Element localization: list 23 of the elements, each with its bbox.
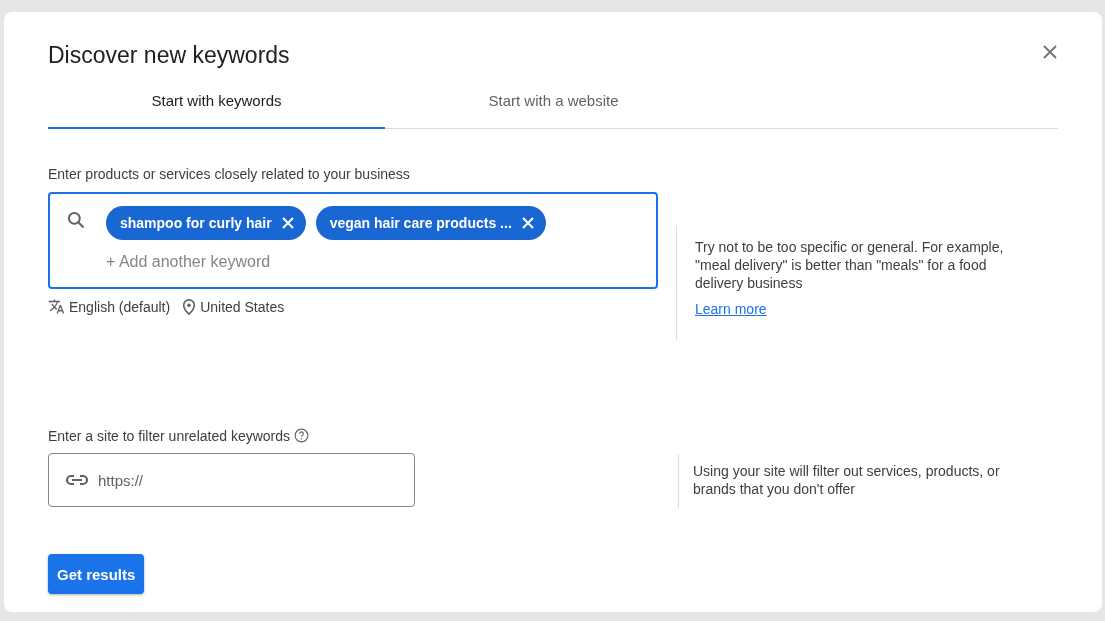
translate-icon <box>48 298 65 315</box>
site-field[interactable]: https:// <box>48 453 415 507</box>
tab[interactable]: Start with a website <box>385 81 722 129</box>
search-icon <box>66 210 86 230</box>
get-results-button[interactable]: Get results <box>48 554 145 594</box>
hint-text: Using your site will filter out services, products, or brands that you don't offer <box>678 454 1038 508</box>
field-label: Enter products or services closely related to your business <box>48 166 411 182</box>
keyword-chip[interactable]: shampoo for curly hair <box>106 206 306 240</box>
keyword-chip[interactable]: vegan hair care products ... <box>315 206 546 240</box>
location-pin-icon <box>182 298 197 315</box>
hint-text: Try not to be too specific or general. For example, "meal delivery" is better than "meals" for a food delivery business <box>695 238 1005 292</box>
dialog-title: Discover new keywords <box>48 42 290 69</box>
remove-icon[interactable] <box>521 217 534 229</box>
language-text[interactable]: English (default) <box>69 298 171 315</box>
tab[interactable]: Start with keywords <box>48 81 385 129</box>
link-icon <box>65 474 89 486</box>
remove-icon[interactable] <box>281 217 294 229</box>
location-text[interactable]: United States <box>200 298 285 315</box>
learn-more-link[interactable]: Learn more <box>695 300 767 318</box>
field-label: Enter a site to filter unrelated keywords <box>48 428 290 444</box>
close-icon <box>1042 44 1058 60</box>
keyword-field[interactable]: shampoo for curly hair vegan hair care products ... + Add another keyword <box>48 192 658 289</box>
help-icon[interactable] <box>294 428 309 443</box>
